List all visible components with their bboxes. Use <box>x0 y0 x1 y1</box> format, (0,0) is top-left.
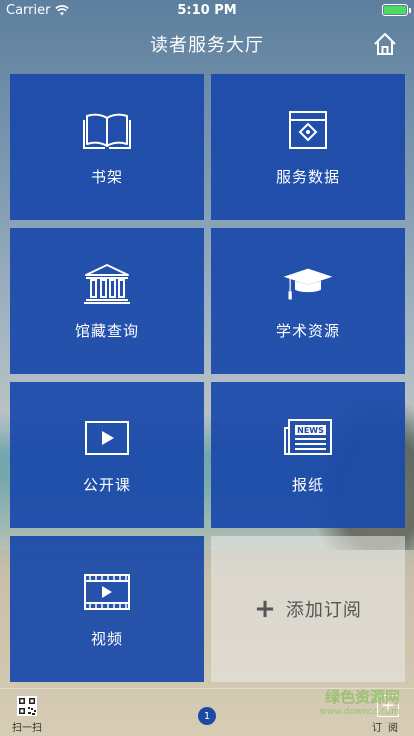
newspaper-icon: NEWS <box>284 418 332 455</box>
page-indicator: 1 <box>198 707 216 725</box>
watermark: 绿色资源网 www.downcc.com <box>320 686 400 717</box>
tile-label: 报纸 <box>291 475 324 494</box>
watermark-url: www.downcc.com <box>319 707 400 717</box>
svg-text:NEWS: NEWS <box>297 426 324 435</box>
watermark-text: 绿色资源网 <box>324 688 400 706</box>
book-icon <box>83 113 131 149</box>
tile-open-course[interactable]: 公开课 <box>10 382 204 528</box>
add-subscription-button[interactable]: + 添加订阅 <box>211 536 405 682</box>
tile-label: 馆藏查询 <box>74 321 139 340</box>
library-building-icon <box>84 263 130 304</box>
scan-label: 扫一扫 <box>12 723 42 734</box>
tile-label: 学术资源 <box>275 321 340 340</box>
play-icon <box>85 420 129 455</box>
add-subscription-label: 添加订阅 <box>285 600 362 621</box>
graduation-cap-icon <box>283 268 333 299</box>
subscribe-label: 订阅 <box>372 723 404 734</box>
tile-label: 公开课 <box>82 475 131 494</box>
tile-video[interactable]: 视频 <box>10 536 204 682</box>
data-icon <box>289 110 327 149</box>
tile-label: 视频 <box>90 629 123 648</box>
film-icon <box>84 573 130 610</box>
qr-scan-icon <box>17 696 37 716</box>
tile-newspaper[interactable]: NEWS 报纸 <box>211 382 405 528</box>
tile-service-data[interactable]: 服务数据 <box>211 74 405 220</box>
nav-bar: 读者服务大厅 <box>0 20 414 68</box>
home-icon[interactable] <box>372 31 398 57</box>
battery-icon <box>382 4 411 16</box>
tile-collection-search[interactable]: 馆藏查询 <box>10 228 204 374</box>
status-time: 5:10 PM <box>177 2 237 18</box>
tile-label: 书架 <box>90 167 123 186</box>
scan-button[interactable]: 扫一扫 <box>12 695 42 734</box>
page-title: 读者服务大厅 <box>150 35 264 56</box>
status-bar: Carrier 5:10 PM <box>0 0 414 20</box>
tile-bookshelf[interactable]: 书架 <box>10 74 204 220</box>
tile-label: 服务数据 <box>275 167 340 186</box>
tile-academic-resources[interactable]: 学术资源 <box>211 228 405 374</box>
plus-icon: + <box>254 594 276 624</box>
